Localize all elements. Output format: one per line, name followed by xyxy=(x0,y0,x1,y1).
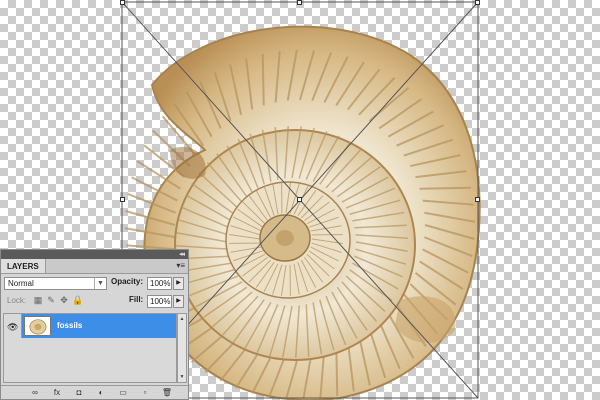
transform-handle-middle-left[interactable] xyxy=(120,197,125,202)
transform-handle-top-center[interactable] xyxy=(297,0,302,5)
fill-input[interactable]: 100% xyxy=(147,295,172,308)
adjustment-layer-icon[interactable]: ◐ xyxy=(95,388,107,398)
scroll-down-icon[interactable]: ▼ xyxy=(178,373,186,381)
delete-layer-icon[interactable]: 🗑 xyxy=(161,388,173,398)
transform-handle-center[interactable] xyxy=(297,197,302,202)
visibility-toggle[interactable]: 👁 xyxy=(4,314,22,338)
layers-panel: ◂◂ LAYERS ▾≡ Normal ▼ Opacity: 100% ▶ Lo… xyxy=(0,249,189,400)
panel-menu-icon[interactable]: ▾≡ xyxy=(176,261,185,270)
collapse-panel-icon[interactable]: ◂◂ xyxy=(179,250,185,259)
layer-item-selected[interactable]: fossils xyxy=(22,314,176,338)
layer-name: fossils xyxy=(57,321,83,330)
layers-footer-toolbar: ∞ fx ◘ ◐ ▭ ▫ 🗑 xyxy=(1,385,188,400)
panel-title-bar: ◂◂ xyxy=(1,250,188,259)
blend-mode-select[interactable]: Normal ▼ xyxy=(4,277,107,290)
scroll-up-icon[interactable]: ▲ xyxy=(178,315,186,323)
lock-position-icon[interactable]: ✥ xyxy=(59,295,69,305)
tab-layers[interactable]: LAYERS xyxy=(1,259,46,273)
transform-handle-top-right[interactable] xyxy=(475,0,480,5)
lock-label: Lock: xyxy=(7,296,27,305)
link-layers-icon[interactable]: ∞ xyxy=(29,388,41,398)
lock-transparent-pixels-icon[interactable]: ▦ xyxy=(33,295,43,305)
blend-opacity-row: Normal ▼ Opacity: 100% ▶ xyxy=(1,274,188,292)
layers-scrollbar[interactable]: ▲ ▼ xyxy=(177,313,187,383)
panel-tabs: LAYERS ▾≡ xyxy=(1,259,188,274)
lock-fill-row: Lock: ▦ ✎ ✥ 🔒 Fill: 100% ▶ xyxy=(1,292,188,310)
layer-thumbnail xyxy=(24,316,51,336)
new-group-icon[interactable]: ▭ xyxy=(117,388,129,398)
opacity-input[interactable]: 100% xyxy=(147,277,172,290)
transform-handle-middle-right[interactable] xyxy=(475,197,480,202)
transform-handle-top-left[interactable] xyxy=(120,0,125,5)
blend-mode-value: Normal xyxy=(8,279,34,288)
add-mask-icon[interactable]: ◘ xyxy=(73,388,85,398)
opacity-label: Opacity: xyxy=(111,277,144,286)
fill-stepper[interactable]: ▶ xyxy=(173,295,184,308)
fill-label: Fill: xyxy=(129,295,144,304)
opacity-stepper[interactable]: ▶ xyxy=(173,277,184,290)
fx-icon[interactable]: fx xyxy=(51,388,63,398)
layer-row[interactable]: 👁 fossils xyxy=(4,314,176,338)
chevron-down-icon: ▼ xyxy=(94,278,106,289)
lock-image-pixels-icon[interactable]: ✎ xyxy=(46,295,56,305)
layers-list: 👁 fossils xyxy=(3,313,177,383)
new-layer-icon[interactable]: ▫ xyxy=(139,388,151,398)
eye-icon: 👁 xyxy=(7,322,19,332)
lock-all-icon[interactable]: 🔒 xyxy=(72,295,83,305)
